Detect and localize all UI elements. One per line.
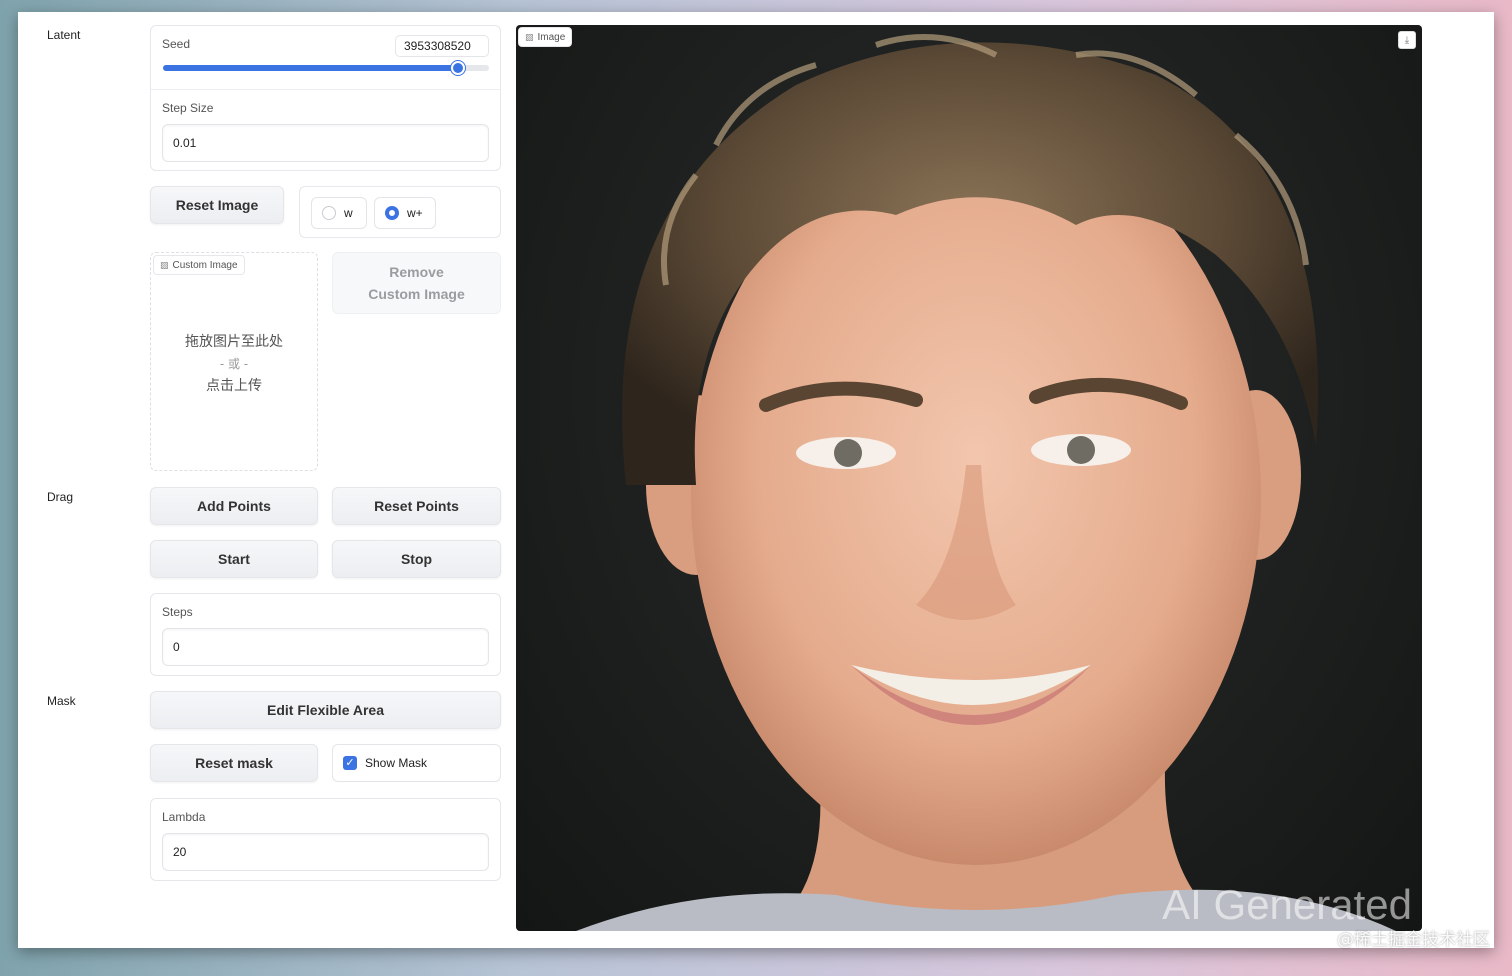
stop-button[interactable]: Stop	[332, 540, 501, 578]
lambda-label: Lambda	[162, 810, 206, 824]
reset-image-button[interactable]: Reset Image	[150, 186, 284, 224]
latent-space-radio-group: w w+	[299, 186, 501, 238]
image-tag-label: Image	[537, 31, 566, 43]
add-points-button[interactable]: Add Points	[150, 487, 318, 525]
download-icon[interactable]: ⤓	[1398, 31, 1416, 49]
step-size-label: Step Size	[162, 101, 214, 115]
seed-stepsize-panel: Seed 3953308520 Step Size 0.01	[150, 25, 501, 171]
image-icon: ▨	[160, 259, 169, 270]
seed-slider[interactable]	[163, 61, 489, 75]
radio-w-label: w	[344, 206, 353, 220]
upload-drop-text: 拖放图片至此处	[185, 334, 283, 350]
reset-mask-button[interactable]: Reset mask	[150, 744, 318, 782]
section-label-mask: Mask	[47, 694, 76, 708]
seed-label: Seed	[162, 37, 191, 51]
remove-custom-image-button[interactable]: Remove Custom Image	[332, 252, 501, 314]
steps-input[interactable]: 0	[162, 628, 489, 666]
step-size-input[interactable]: 0.01	[162, 124, 489, 162]
image-icon: ▨	[525, 31, 534, 42]
start-button[interactable]: Start	[150, 540, 318, 578]
steps-panel: Steps 0	[150, 593, 501, 676]
upload-click-text: 点击上传	[206, 378, 262, 394]
custom-image-tag: ▨ Custom Image	[153, 255, 245, 275]
face-image	[576, 34, 1396, 931]
seed-number-input[interactable]: 3953308520	[395, 35, 489, 57]
reset-points-button[interactable]: Reset Points	[332, 487, 501, 525]
edit-flexible-area-button[interactable]: Edit Flexible Area	[150, 691, 501, 729]
ai-generated-watermark: AI Generated	[1162, 881, 1412, 928]
seed-slider-fill	[163, 65, 459, 71]
section-label-drag: Drag	[47, 490, 74, 504]
radio-option-w[interactable]: w	[311, 197, 367, 229]
divider	[151, 89, 500, 90]
image-tag: ▨ Image	[518, 27, 573, 47]
radio-option-wplus[interactable]: w+	[374, 197, 436, 229]
radio-wplus-label: w+	[407, 206, 423, 220]
image-canvas[interactable]: ▨ Image ⤓ AI Generated	[516, 25, 1422, 931]
custom-image-upload[interactable]: ▨ Custom Image 拖放图片至此处 - 或 - 点击上传	[150, 252, 318, 471]
credit-text: @稀土掘金技术社区	[1337, 930, 1490, 950]
checkbox-checked-icon[interactable]: ✓	[343, 756, 357, 770]
radio-wplus-circle[interactable]	[385, 206, 399, 220]
seed-slider-thumb[interactable]	[451, 61, 466, 75]
radio-w-circle[interactable]	[322, 206, 336, 220]
show-mask-checkbox[interactable]: ✓ Show Mask	[332, 744, 501, 782]
lambda-panel: Lambda 20	[150, 798, 501, 881]
app-window: Latent Drag Mask Seed 3953308520 Step Si…	[18, 12, 1494, 948]
custom-image-tag-label: Custom Image	[172, 259, 238, 271]
upload-or-text: - 或 -	[219, 357, 249, 371]
steps-label: Steps	[162, 605, 193, 619]
section-label-latent: Latent	[47, 28, 81, 42]
show-mask-label: Show Mask	[365, 756, 428, 770]
lambda-input[interactable]: 20	[162, 833, 489, 871]
